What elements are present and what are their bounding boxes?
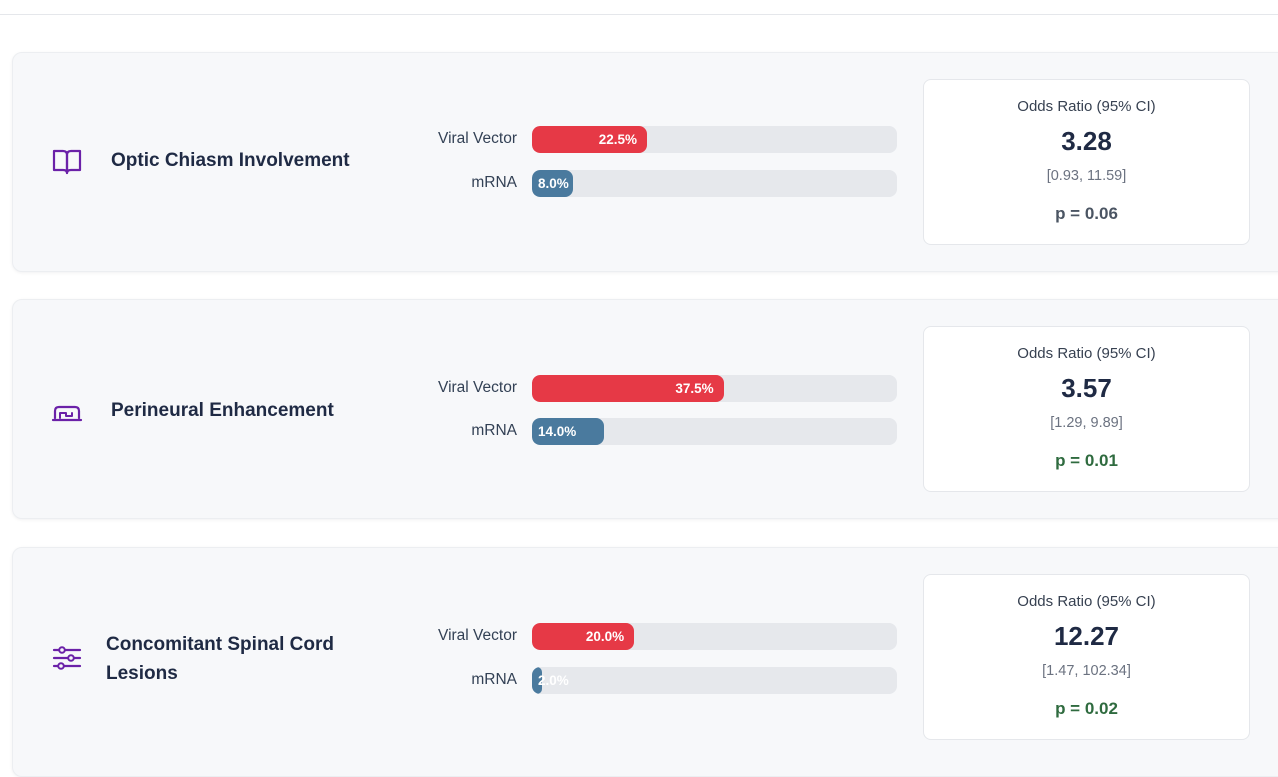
mrna-label: mRNA	[471, 422, 517, 439]
feature-card-spinal-cord: Concomitant Spinal Cord Lesions Viral Ve…	[12, 547, 1278, 777]
mrna-bar: 2.0%	[532, 667, 897, 694]
mrna-bar-fill: 8.0%	[532, 170, 573, 197]
viral-vector-label: Viral Vector	[438, 627, 517, 644]
feature-card-optic-chiasm: Optic Chiasm Involvement Viral Vector 22…	[12, 52, 1278, 272]
confidence-interval: [1.29, 9.89]	[1050, 415, 1123, 431]
odds-ratio-panel: Odds Ratio (95% CI) 12.27 [1.47, 102.34]…	[923, 574, 1250, 740]
odds-ratio-panel: Odds Ratio (95% CI) 3.28 [0.93, 11.59] p…	[923, 79, 1250, 245]
mrna-percent: 2.0%	[538, 673, 569, 688]
nerve-sheath-icon	[51, 405, 83, 422]
header-divider	[0, 14, 1278, 15]
odds-ratio-value: 3.57	[1061, 373, 1112, 403]
mrna-bar: 8.0%	[532, 170, 897, 197]
odds-ratio-panel: Odds Ratio (95% CI) 3.57 [1.29, 9.89] p …	[923, 326, 1250, 492]
mrna-percent: 14.0%	[538, 424, 577, 439]
mrna-percent: 8.0%	[538, 176, 569, 191]
confidence-interval: [0.93, 11.59]	[1046, 168, 1127, 184]
sliders-icon	[52, 646, 82, 670]
feature-title: Perineural Enhancement	[111, 400, 334, 421]
p-value: p = 0.02	[1055, 699, 1118, 718]
viral-vector-bar: 22.5%	[532, 126, 897, 153]
feature-title: Optic Chiasm Involvement	[111, 150, 350, 171]
odds-ratio-value: 12.27	[1053, 621, 1120, 651]
odds-ratio-title: Odds Ratio (95% CI)	[1017, 98, 1156, 115]
odds-ratio-value: 3.28	[1061, 126, 1112, 156]
viral-vector-percent: 20.0%	[585, 629, 625, 644]
mrna-bar-fill: 2.0%	[532, 667, 569, 694]
feature-title: Concomitant Spinal Cord Lesions	[106, 634, 334, 684]
viral-vector-bar-fill: 20.0%	[532, 623, 635, 650]
book-open-icon	[52, 149, 82, 175]
viral-vector-label: Viral Vector	[438, 379, 517, 396]
odds-ratio-title: Odds Ratio (95% CI)	[1017, 345, 1156, 362]
viral-vector-bar: 20.0%	[532, 623, 897, 650]
odds-ratio-title: Odds Ratio (95% CI)	[1017, 593, 1156, 610]
mrna-label: mRNA	[471, 671, 517, 688]
viral-vector-percent: 22.5%	[598, 132, 637, 147]
mrna-bar-fill: 14.0%	[532, 418, 604, 445]
feature-card-perineural: Perineural Enhancement Viral Vector 37.5…	[12, 299, 1278, 519]
viral-vector-bar-fill: 37.5%	[532, 375, 724, 402]
p-value: p = 0.06	[1055, 204, 1118, 223]
mrna-bar: 14.0%	[532, 418, 897, 445]
viral-vector-bar: 37.5%	[532, 375, 897, 402]
viral-vector-bar-fill: 22.5%	[532, 126, 647, 153]
confidence-interval: [1.47, 102.34]	[1042, 663, 1131, 679]
mrna-label: mRNA	[471, 174, 517, 191]
viral-vector-label: Viral Vector	[438, 130, 517, 147]
p-value: p = 0.01	[1055, 451, 1118, 470]
viral-vector-percent: 37.5%	[675, 381, 714, 396]
